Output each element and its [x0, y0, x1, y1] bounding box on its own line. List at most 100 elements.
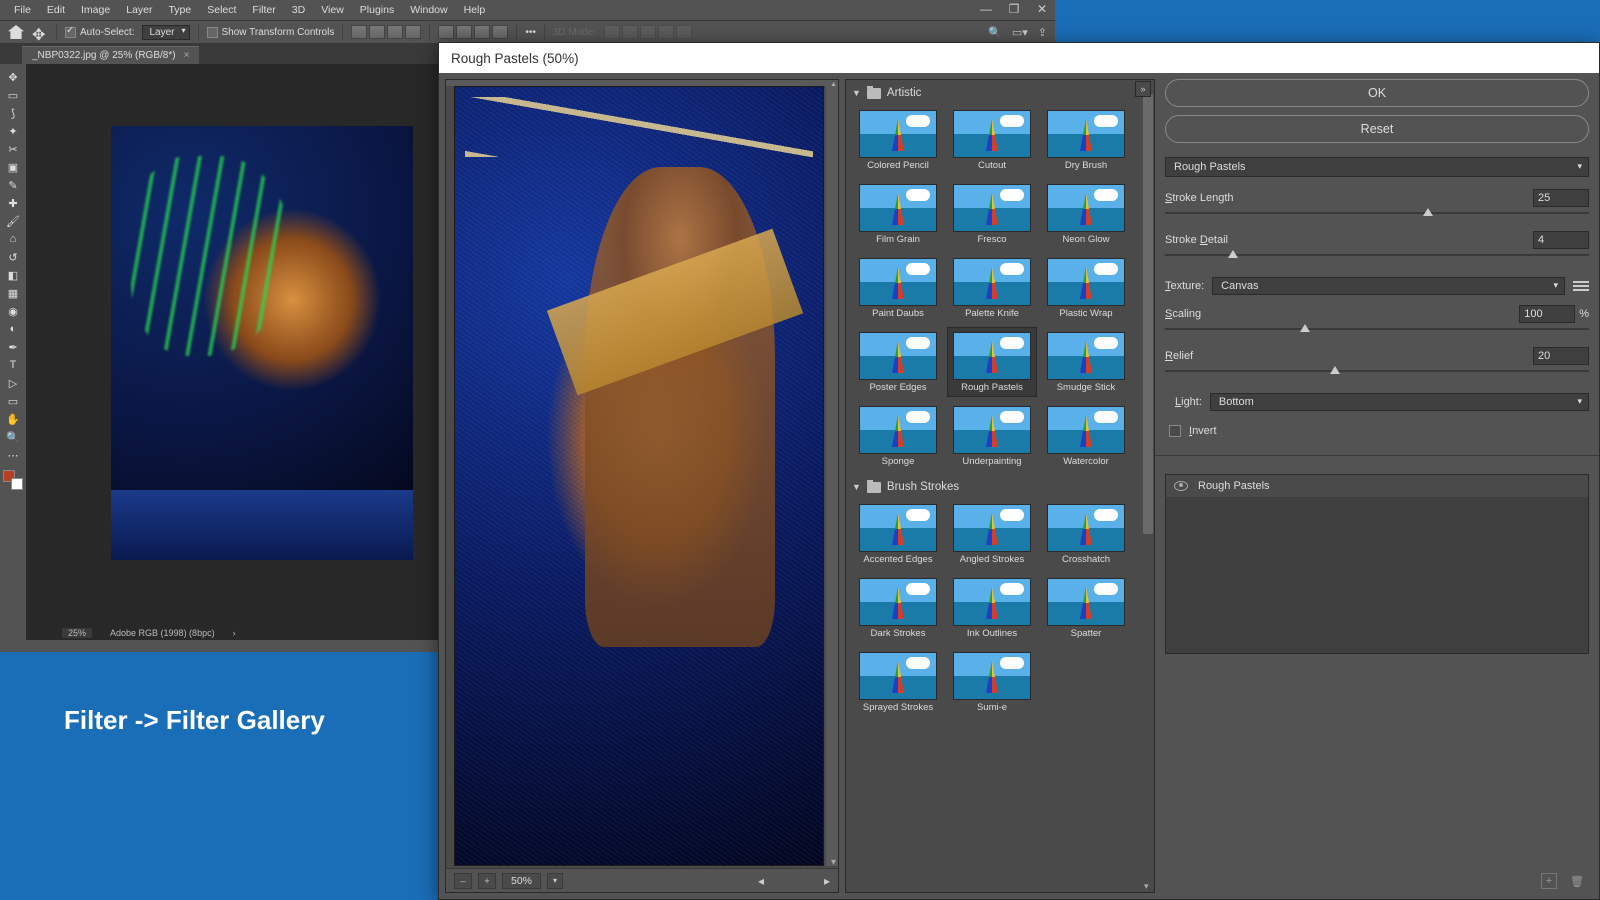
preview-zoom[interactable]: 50%	[502, 873, 541, 889]
type-tool-icon[interactable]: T	[2, 356, 24, 374]
effect-layer[interactable]: Rough Pastels	[1166, 475, 1588, 497]
auto-select-target[interactable]: Layer	[142, 25, 189, 40]
delete-effect-layer-icon[interactable]: 🗑	[1569, 873, 1585, 889]
show-transform-toggle[interactable]: Show Transform Controls	[207, 27, 335, 38]
filter-thumb[interactable]: Plastic Wrap	[1042, 254, 1130, 322]
menu-3d[interactable]: 3D	[284, 1, 313, 19]
color-swatches[interactable]	[3, 470, 23, 490]
menu-plugins[interactable]: Plugins	[352, 1, 402, 19]
distribute-icon[interactable]	[474, 25, 490, 39]
document-tab[interactable]: _NBP0322.jpg @ 25% (RGB/8*)×	[22, 46, 199, 64]
menu-help[interactable]: Help	[456, 1, 494, 19]
frame-tool-icon[interactable]: ▣	[2, 158, 24, 176]
filter-thumb[interactable]: Sumi-e	[948, 648, 1036, 716]
eyedropper-tool-icon[interactable]: ✎	[2, 176, 24, 194]
move-tool-icon[interactable]: ✥	[2, 68, 24, 86]
visibility-icon[interactable]	[1174, 481, 1188, 491]
light-select[interactable]: Bottom	[1210, 393, 1589, 411]
more-icon[interactable]: •••	[525, 27, 536, 38]
filter-thumb[interactable]: Cutout	[948, 106, 1036, 174]
document-canvas[interactable]	[111, 126, 413, 560]
zoom-out-button[interactable]: –	[454, 873, 472, 889]
close-tab-icon[interactable]: ×	[184, 50, 190, 61]
scaling-input[interactable]	[1519, 305, 1575, 323]
move-tool-icon[interactable]: ✥	[32, 25, 48, 39]
filter-thumb[interactable]: Colored Pencil	[854, 106, 942, 174]
filter-thumb[interactable]: Sprayed Strokes	[854, 648, 942, 716]
align-icon[interactable]	[387, 25, 403, 39]
scroll-right-icon[interactable]: ▸	[824, 874, 830, 888]
distribute-icon[interactable]	[456, 25, 472, 39]
status-more-icon[interactable]: ›	[233, 628, 236, 638]
gradient-tool-icon[interactable]: ▦	[2, 284, 24, 302]
dodge-tool-icon[interactable]: ◐	[2, 320, 24, 338]
filter-preview[interactable]	[454, 86, 824, 866]
gallery-scrollbar[interactable]: ▴ ▾	[1142, 80, 1154, 892]
workspace-icon[interactable]: ▭▾	[1012, 26, 1028, 39]
scroll-left-icon[interactable]: ◂	[758, 874, 764, 888]
stroke-detail-input[interactable]	[1533, 231, 1589, 249]
scrollbar-thumb[interactable]	[1143, 94, 1153, 534]
menu-type[interactable]: Type	[160, 1, 199, 19]
checkbox-icon[interactable]	[1169, 425, 1181, 437]
collapse-gallery-icon[interactable]: »	[1135, 81, 1151, 97]
scaling-slider[interactable]	[1165, 325, 1589, 337]
stroke-length-slider[interactable]	[1165, 209, 1589, 221]
scroll-down-icon[interactable]: ▾	[1144, 881, 1149, 892]
crop-tool-icon[interactable]: ✂	[2, 140, 24, 158]
category-header[interactable]: ▼ Artistic	[852, 84, 1142, 102]
filter-thumb[interactable]: Sponge	[854, 402, 942, 470]
zoom-dropdown-icon[interactable]: ▾	[547, 873, 563, 889]
texture-select[interactable]: Canvas	[1212, 277, 1565, 295]
heal-tool-icon[interactable]: ✚	[2, 194, 24, 212]
relief-slider[interactable]	[1165, 367, 1589, 379]
hand-tool-icon[interactable]: ✋	[2, 410, 24, 428]
menu-view[interactable]: View	[313, 1, 352, 19]
filter-thumb[interactable]: Angled Strokes	[948, 500, 1036, 568]
shape-tool-icon[interactable]: ▭	[2, 392, 24, 410]
disclosure-triangle-icon[interactable]: ▼	[852, 482, 861, 492]
search-icon[interactable]: 🔍	[988, 26, 1002, 39]
pen-tool-icon[interactable]: ✒	[2, 338, 24, 356]
close-icon[interactable]: ✕	[1033, 2, 1051, 16]
brush-tool-icon[interactable]: 🖌	[2, 212, 24, 230]
distribute-icon[interactable]	[438, 25, 454, 39]
lasso-tool-icon[interactable]: ⟆	[2, 104, 24, 122]
menu-layer[interactable]: Layer	[118, 1, 160, 19]
zoom-in-button[interactable]: +	[478, 873, 496, 889]
path-tool-icon[interactable]: ▷	[2, 374, 24, 392]
zoom-status[interactable]: 25%	[62, 628, 92, 638]
filter-thumb[interactable]: Film Grain	[854, 180, 942, 248]
filter-thumb[interactable]: Smudge Stick	[1042, 328, 1130, 396]
align-icon[interactable]	[369, 25, 385, 39]
filter-thumb[interactable]: Spatter	[1042, 574, 1130, 642]
disclosure-triangle-icon[interactable]: ▼	[852, 88, 861, 98]
menu-select[interactable]: Select	[199, 1, 244, 19]
menu-image[interactable]: Image	[73, 1, 118, 19]
minimize-icon[interactable]: —	[977, 2, 995, 16]
stamp-tool-icon[interactable]: ⌂	[2, 230, 24, 248]
category-header[interactable]: ▼ Brush Strokes	[852, 478, 1142, 496]
wand-tool-icon[interactable]: ✦	[2, 122, 24, 140]
filter-thumb[interactable]: Palette Knife	[948, 254, 1036, 322]
invert-toggle[interactable]: Invert	[1165, 425, 1589, 437]
align-icon[interactable]	[351, 25, 367, 39]
share-icon[interactable]: ⇪	[1038, 26, 1047, 39]
marquee-tool-icon[interactable]: ▭	[2, 86, 24, 104]
filter-thumb[interactable]: Rough Pastels	[948, 328, 1036, 396]
filter-thumb[interactable]: Watercolor	[1042, 402, 1130, 470]
menu-window[interactable]: Window	[402, 1, 455, 19]
filter-thumb[interactable]: Underpainting	[948, 402, 1036, 470]
new-effect-layer-icon[interactable]: +	[1541, 873, 1557, 889]
filter-select[interactable]: Rough Pastels	[1165, 157, 1589, 177]
menu-file[interactable]: File	[6, 1, 39, 19]
filter-thumb[interactable]: Dry Brush	[1042, 106, 1130, 174]
edit-toolbar-icon[interactable]: ⋯	[2, 446, 24, 464]
scroll-down-icon[interactable]: ▾	[831, 857, 836, 868]
align-icon[interactable]	[405, 25, 421, 39]
filter-thumb[interactable]: Paint Daubs	[854, 254, 942, 322]
menu-filter[interactable]: Filter	[244, 1, 283, 19]
filter-thumb[interactable]: Ink Outlines	[948, 574, 1036, 642]
history-brush-icon[interactable]: ↺	[2, 248, 24, 266]
zoom-tool-icon[interactable]: 🔍	[2, 428, 24, 446]
